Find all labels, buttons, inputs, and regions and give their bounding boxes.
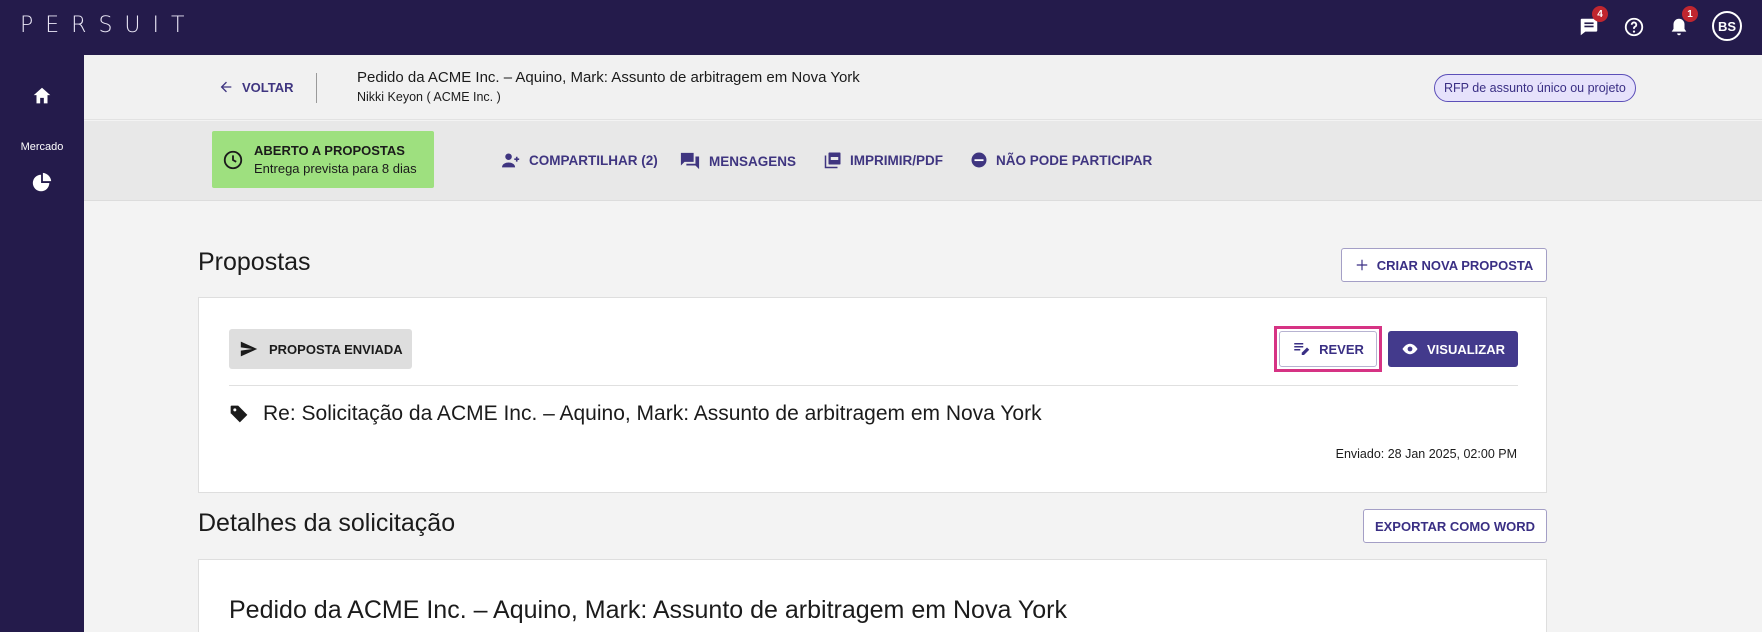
review-highlight: REVER xyxy=(1274,326,1382,372)
request-title: Pedido da ACME Inc. – Aquino, Mark: Assu… xyxy=(357,69,860,86)
persuit-logo[interactable]: PERSUIT xyxy=(20,13,196,38)
arrow-left-icon xyxy=(220,81,232,93)
action-bar: ABERTO A PROPOSTAS Entrega prevista para… xyxy=(84,121,1762,201)
proposal-title: Re: Solicitação da ACME Inc. – Aquino, M… xyxy=(229,402,1042,426)
request-header: VOLTAR Pedido da ACME Inc. – Aquino, Mar… xyxy=(84,55,1762,120)
share-label: COMPARTILHAR (2) xyxy=(529,152,658,168)
export-word-button[interactable]: EXPORTAR COMO WORD xyxy=(1363,509,1547,543)
minus-circle-icon xyxy=(971,152,987,168)
export-word-label: EXPORTAR COMO WORD xyxy=(1374,518,1536,534)
print-label: IMPRIMIR/PDF xyxy=(850,152,943,168)
chat-icon[interactable]: 4 xyxy=(1574,6,1608,42)
messages-label: MENSAGENS xyxy=(709,153,797,169)
user-avatar[interactable]: BS xyxy=(1712,11,1742,41)
status-title: ABERTO A PROPOSTAS xyxy=(254,143,405,158)
proposal-card: PROPOSTA ENVIADA REVER VISUALIZAR Re: So… xyxy=(198,297,1547,493)
review-button[interactable]: REVER xyxy=(1279,331,1377,367)
tag-icon xyxy=(230,405,248,423)
help-icon[interactable] xyxy=(1619,12,1649,42)
status-badge: ABERTO A PROPOSTAS Entrega prevista para… xyxy=(212,131,434,188)
sidebar-item-home[interactable] xyxy=(0,85,84,107)
sidebar: Mercado xyxy=(0,55,84,632)
messages-badge: 4 xyxy=(1592,6,1608,22)
back-label: VOLTAR xyxy=(242,79,294,95)
pie-chart-icon xyxy=(32,172,52,192)
create-proposal-label: CRIAR NOVA PROPOSTA xyxy=(1376,257,1534,273)
details-heading: Detalhes da solicitação xyxy=(198,509,456,537)
details-title: Pedido da ACME Inc. – Aquino, Mark: Assu… xyxy=(229,596,1067,624)
back-button[interactable]: VOLTAR xyxy=(218,79,294,95)
decline-label: NÃO PODE PARTICIPAR xyxy=(996,152,1153,168)
status-subtitle: Entrega prevista para 8 dias xyxy=(254,161,417,176)
share-button[interactable]: COMPARTILHAR (2) xyxy=(501,151,658,169)
home-icon xyxy=(33,87,51,104)
sidebar-item-mercado[interactable]: Mercado xyxy=(0,137,84,153)
proposals-heading: Propostas xyxy=(198,248,311,276)
sidebar-item-label: Mercado xyxy=(20,141,64,153)
card-divider xyxy=(229,385,1518,386)
add-person-icon xyxy=(502,153,520,168)
clock-icon xyxy=(223,150,243,169)
eye-icon xyxy=(1402,343,1418,355)
proposal-title-text: Re: Solicitação da ACME Inc. – Aquino, M… xyxy=(263,402,1042,425)
request-subtitle: Nikki Keyon ( ACME Inc. ) xyxy=(357,90,501,104)
send-icon xyxy=(240,341,258,357)
notifications-badge: 1 xyxy=(1682,6,1698,22)
messages-button[interactable]: MENSAGENS xyxy=(679,151,796,171)
details-card: Pedido da ACME Inc. – Aquino, Mark: Assu… xyxy=(198,559,1547,632)
edit-note-icon xyxy=(1294,343,1310,355)
bell-icon[interactable]: 1 xyxy=(1664,6,1698,42)
sent-badge-label: PROPOSTA ENVIADA xyxy=(269,341,403,357)
sent-date: Enviado: 28 Jan 2025, 02:00 PM xyxy=(1335,447,1517,461)
top-bar: PERSUIT 4 1 BS xyxy=(0,0,1762,55)
decline-button[interactable]: NÃO PODE PARTICIPAR xyxy=(970,151,1152,169)
plus-icon xyxy=(1356,259,1367,271)
rfp-type-badge: RFP de assunto único ou projeto xyxy=(1434,74,1636,102)
sidebar-item-analytics[interactable] xyxy=(0,172,84,194)
view-label: VISUALIZAR xyxy=(1427,341,1505,357)
print-pdf-button[interactable]: IMPRIMIR/PDF xyxy=(824,151,943,169)
create-proposal-button[interactable]: CRIAR NOVA PROPOSTA xyxy=(1341,248,1547,282)
proposal-sent-badge: PROPOSTA ENVIADA xyxy=(229,329,412,369)
forum-icon xyxy=(680,152,700,170)
pdf-icon xyxy=(824,152,841,169)
review-label: REVER xyxy=(1319,341,1364,357)
header-divider xyxy=(316,73,317,103)
view-button[interactable]: VISUALIZAR xyxy=(1388,331,1518,367)
